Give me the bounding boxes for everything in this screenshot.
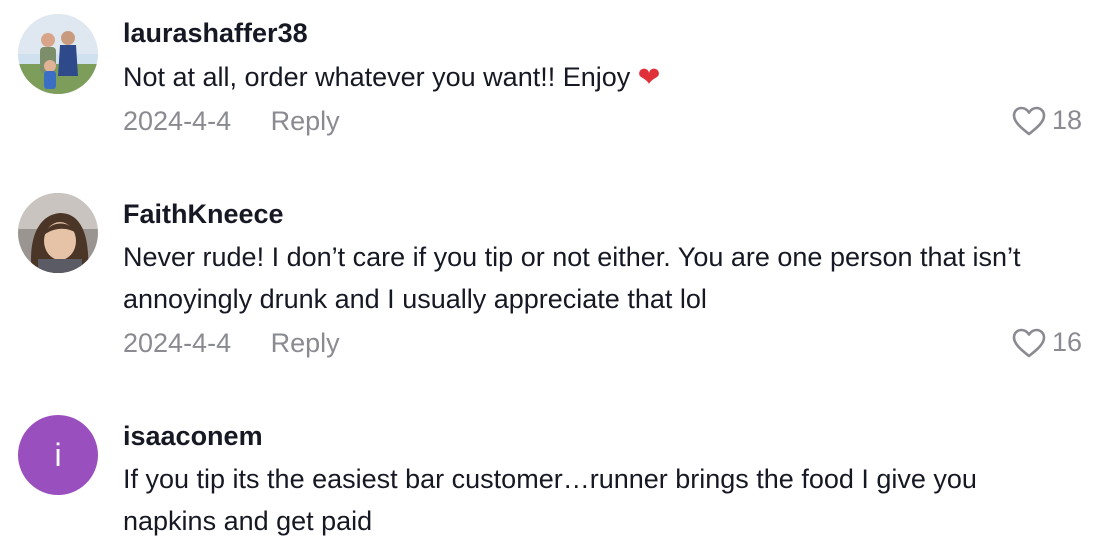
avatar[interactable] — [18, 14, 98, 94]
avatar[interactable]: i — [18, 415, 98, 495]
comment-text-body: Not at all, order whatever you want!! En… — [123, 62, 631, 92]
username[interactable]: FaithKneece — [123, 199, 284, 230]
comment-meta: 2024-4-4 Reply — [123, 328, 340, 359]
heart-outline-icon — [1012, 328, 1046, 357]
avatar-letter: i — [54, 436, 62, 473]
avatar[interactable] — [18, 193, 98, 273]
like-count: 18 — [1051, 105, 1082, 135]
comment-text: If you tip its the easiest bar customer…… — [123, 464, 977, 536]
comment-date: 2024-4-4 — [123, 106, 232, 136]
like-count: 16 — [1051, 327, 1082, 357]
username[interactable]: laurashaffer38 — [123, 18, 308, 49]
comment-date: 2024-4-4 — [123, 328, 232, 358]
heart-outline-icon — [1012, 106, 1046, 135]
comment-text: Never rude! I don’t care if you tip or n… — [123, 242, 1021, 314]
like-button[interactable]: 18 — [1012, 105, 1082, 136]
comment-text: Not at all, order whatever you want!! En… — [123, 56, 1073, 98]
heart-emoji-icon: ❤ — [637, 62, 661, 92]
like-button[interactable]: 16 — [1012, 327, 1082, 358]
reply-button[interactable]: Reply — [271, 328, 340, 358]
username[interactable]: isaaconem — [123, 421, 263, 452]
comment-meta: 2024-4-4 Reply — [123, 106, 340, 137]
reply-button[interactable]: Reply — [271, 106, 340, 136]
